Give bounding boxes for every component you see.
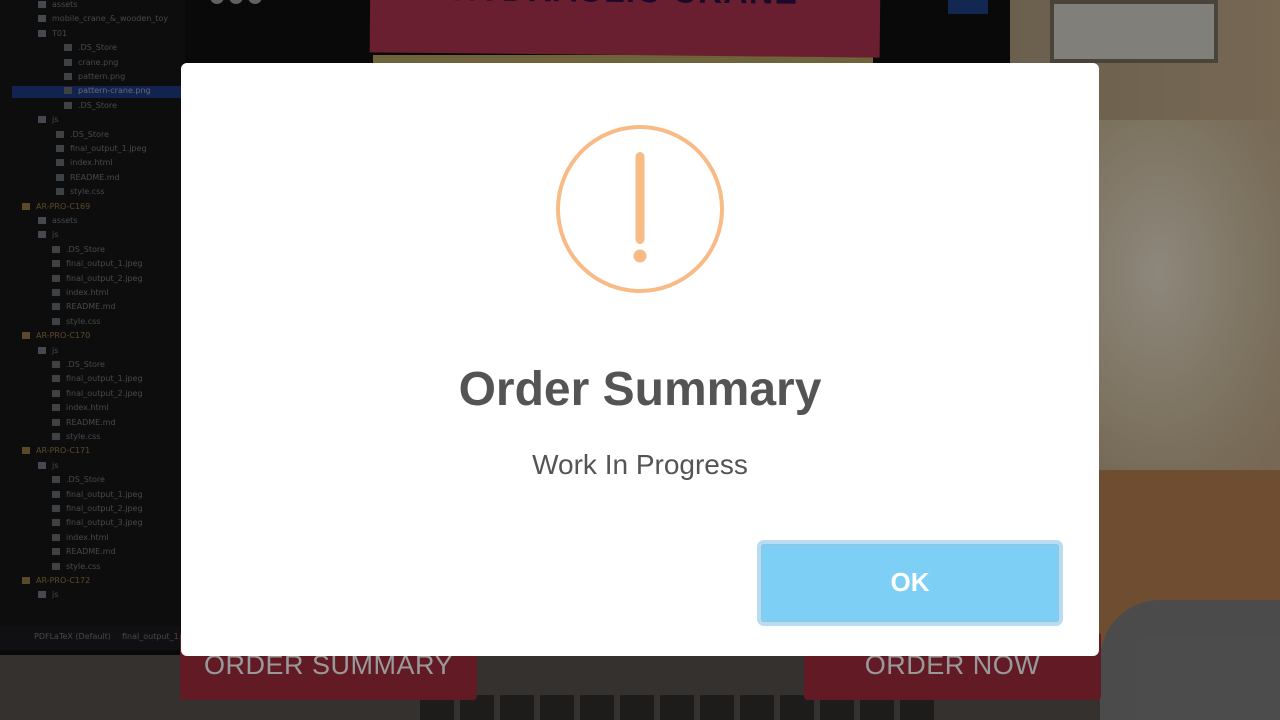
ok-button-label: OK <box>890 567 930 597</box>
modal-message: Work In Progress <box>532 449 748 480</box>
modal-title: Order Summary <box>458 363 822 416</box>
ok-button[interactable]: OK <box>757 540 1063 626</box>
exclamation-warning-icon <box>556 125 724 293</box>
